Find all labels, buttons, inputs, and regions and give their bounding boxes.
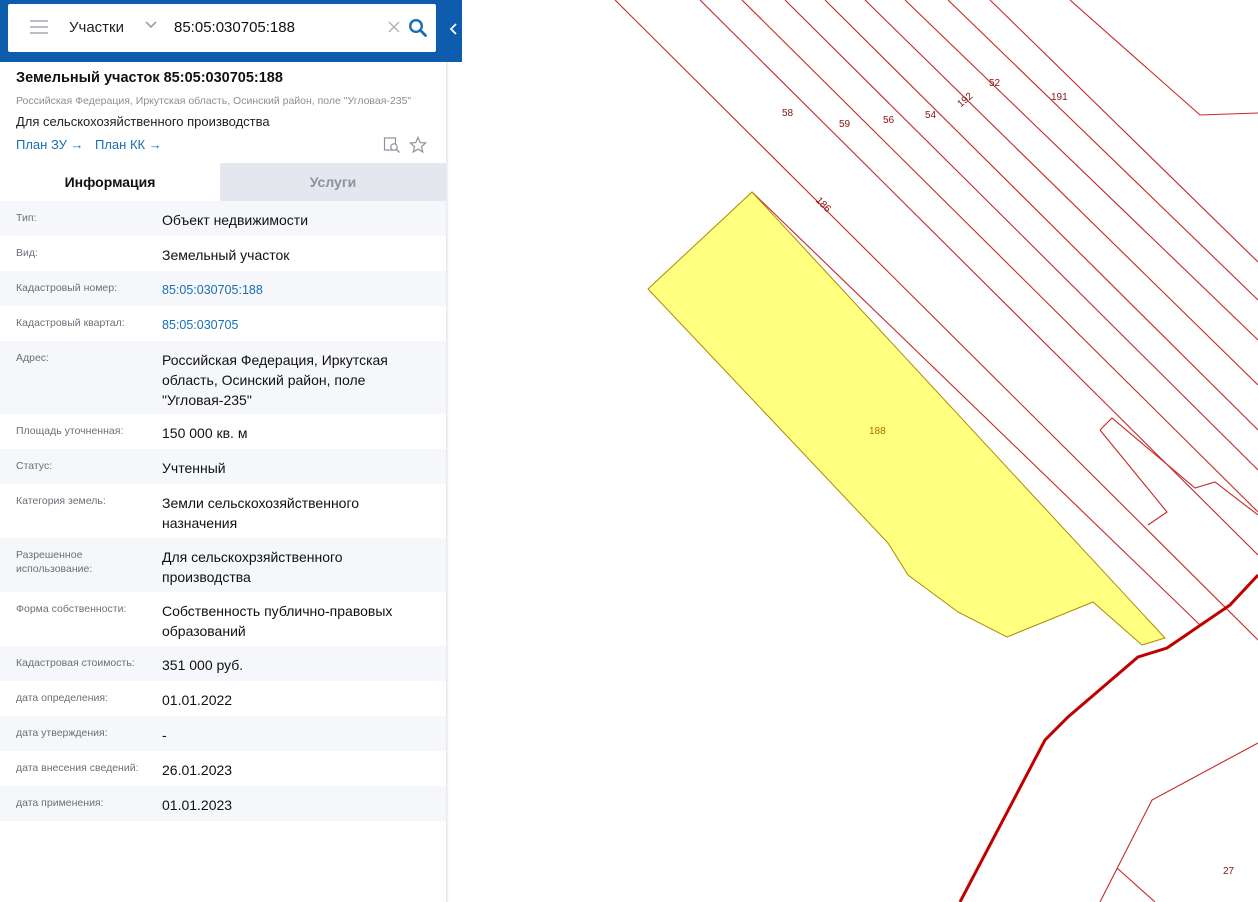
- boundary-line: [989, 0, 1258, 263]
- detail-row-kind: Вид: Земельный участок: [0, 236, 446, 271]
- detail-label: Разрешенное использование:: [16, 549, 93, 575]
- find-on-map-icon[interactable]: [383, 136, 401, 154]
- detail-row-ownership: Форма собственности: Собственность публи…: [0, 592, 446, 646]
- search-box: Участки: [8, 4, 436, 52]
- detail-value: 150 000 кв. м: [162, 425, 248, 441]
- detail-value: Земли сельскохозяйственного назначения: [162, 495, 360, 531]
- parcel-label-56: 56: [883, 115, 895, 126]
- boundary-line: [1099, 742, 1258, 902]
- plan-zu-link[interactable]: План ЗУ →: [16, 137, 84, 152]
- collapse-panel-icon[interactable]: [446, 14, 462, 44]
- parcel-label-191: 191: [1051, 92, 1068, 103]
- detail-row-determination-date: дата определения: 01.01.2022: [0, 681, 446, 716]
- boundary-line: [1099, 417, 1258, 516]
- parcel-usage: Для сельскохозяйственного производства: [16, 114, 270, 129]
- detail-row-entry-date: дата внесения сведений: 26.01.2023: [0, 751, 446, 786]
- detail-row-permitted-use: Разрешенное использование: Для сельскохр…: [0, 538, 446, 592]
- detail-value: 01.01.2023: [162, 797, 233, 813]
- parcel-label-188: 188: [869, 426, 886, 437]
- boundary-line: [1099, 429, 1168, 526]
- parcel-label-52: 52: [989, 78, 1001, 89]
- detail-row-area: Площадь уточненная: 150 000 кв. м: [0, 414, 446, 449]
- detail-label: Категория земель:: [16, 495, 106, 507]
- details-table: Тип: Объект недвижимости Вид: Земельный …: [0, 201, 446, 821]
- detail-label: Форма собственности:: [16, 603, 127, 615]
- detail-value: -: [162, 727, 167, 743]
- detail-row-land-category: Категория земель: Земли сельскохозяйстве…: [0, 484, 446, 538]
- info-panel: Земельный участок 85:05:030705:188 Росси…: [0, 0, 446, 902]
- boundary-line: [1116, 867, 1156, 902]
- detail-row-application-date: дата применения: 01.01.2023: [0, 786, 446, 821]
- tab-services[interactable]: Услуги: [220, 163, 446, 201]
- detail-label: Статус:: [16, 460, 53, 472]
- panel-tabs: Информация Услуги: [0, 163, 446, 201]
- cadastral-quarter-link[interactable]: 85:05:030705: [162, 315, 432, 335]
- detail-value: Российская Федерация, Иркутская область,…: [162, 352, 388, 408]
- detail-value: 01.01.2022: [162, 692, 233, 708]
- clear-icon[interactable]: [387, 20, 401, 34]
- parcel-title: Земельный участок 85:05:030705:188: [16, 70, 283, 86]
- detail-value: Учтенный: [162, 460, 226, 476]
- detail-label: дата внесения сведений:: [16, 762, 139, 774]
- search-icon[interactable]: [408, 18, 428, 38]
- cadastral-number-link[interactable]: 85:05:030705:188: [162, 280, 432, 300]
- boundary-line: [1069, 0, 1258, 116]
- detail-label: дата утверждения:: [16, 727, 108, 739]
- detail-row-cadastral-number: Кадастровый номер: 85:05:030705:188: [0, 271, 446, 306]
- detail-label: Площадь уточненная:: [16, 425, 124, 437]
- parcel-label-192: 192: [955, 91, 975, 110]
- tab-information[interactable]: Информация: [0, 163, 220, 201]
- search-header: Участки: [0, 0, 462, 62]
- parcel-label-54: 54: [925, 110, 937, 121]
- boundary-line: [904, 0, 1258, 341]
- menu-icon[interactable]: [30, 20, 48, 34]
- detail-label: дата применения:: [16, 797, 104, 809]
- detail-label: Кадастровая стоимость:: [16, 657, 135, 669]
- detail-label: Тип:: [16, 212, 37, 224]
- detail-row-approval-date: дата утверждения: -: [0, 716, 446, 751]
- detail-value: Собственность публично-правовых образова…: [162, 603, 393, 639]
- plan-kk-link[interactable]: План КК →: [95, 137, 162, 152]
- detail-label: Адрес:: [16, 352, 49, 364]
- category-select[interactable]: Участки: [69, 19, 124, 36]
- detail-row-cadastral-value: Кадастровая стоимость: 351 000 руб.: [0, 646, 446, 681]
- detail-label: Вид:: [16, 247, 38, 259]
- detail-label: Кадастровый квартал:: [16, 317, 125, 329]
- chevron-down-icon[interactable]: [144, 20, 158, 30]
- boundary-line: [947, 0, 1258, 301]
- detail-label: дата определения:: [16, 692, 109, 704]
- panel-divider: [446, 62, 449, 902]
- favorite-star-icon[interactable]: [409, 136, 427, 154]
- detail-row-address: Адрес: Российская Федерация, Иркутская о…: [0, 341, 446, 414]
- detail-value: 26.01.2023: [162, 762, 233, 778]
- detail-value: Земельный участок: [162, 247, 290, 263]
- parcel-address: Российская Федерация, Иркутская область,…: [16, 95, 412, 107]
- detail-row-cadastral-quarter: Кадастровый квартал: 85:05:030705: [0, 306, 446, 341]
- detail-value: Объект недвижимости: [162, 212, 309, 228]
- parcel-label-186: 186: [813, 195, 833, 215]
- detail-value: 351 000 руб.: [162, 657, 244, 673]
- parcel-label-58: 58: [782, 108, 794, 119]
- detail-value: Для сельскохрзяйственного производства: [162, 549, 343, 585]
- detail-row-type: Тип: Объект недвижимости: [0, 201, 446, 236]
- detail-label: Кадастровый номер:: [16, 282, 118, 294]
- parcel-label-59: 59: [839, 119, 851, 130]
- detail-row-status: Статус: Учтенный: [0, 449, 446, 484]
- search-input[interactable]: [174, 19, 374, 36]
- boundary-line: [864, 0, 1258, 386]
- parcel-label-27: 27: [1223, 866, 1235, 877]
